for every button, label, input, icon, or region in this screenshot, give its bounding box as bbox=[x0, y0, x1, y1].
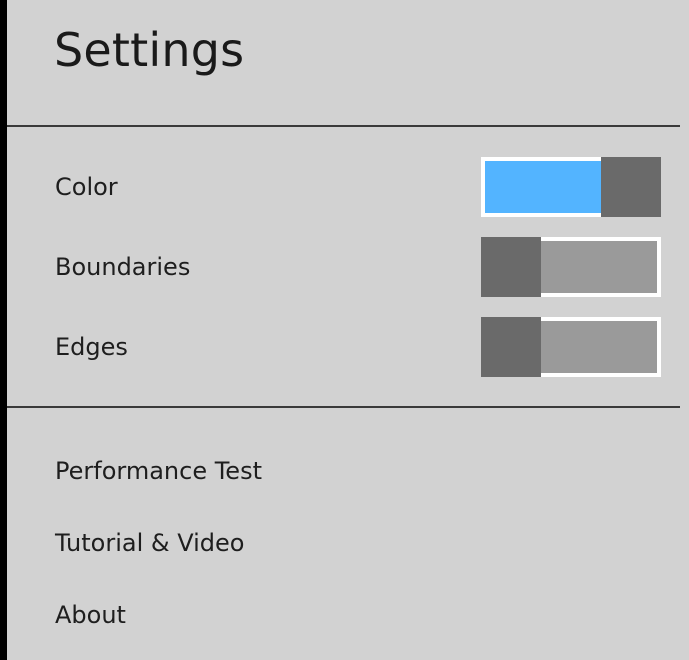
settings-panel: Settings Color Boundaries Edges Performa… bbox=[7, 0, 689, 660]
boundaries-toggle[interactable] bbox=[481, 237, 661, 297]
tutorial-video-link[interactable]: Tutorial & Video bbox=[55, 526, 244, 560]
edges-toggle-thumb[interactable] bbox=[481, 317, 541, 377]
setting-label-edges: Edges bbox=[55, 333, 128, 361]
performance-test-link[interactable]: Performance Test bbox=[55, 454, 262, 488]
section-divider bbox=[7, 406, 680, 408]
color-toggle[interactable] bbox=[481, 157, 661, 217]
setting-row-boundaries: Boundaries bbox=[7, 237, 689, 297]
setting-row-edges: Edges bbox=[7, 317, 689, 377]
setting-label-boundaries: Boundaries bbox=[55, 253, 191, 281]
about-link[interactable]: About bbox=[55, 598, 126, 632]
color-toggle-thumb[interactable] bbox=[601, 157, 661, 217]
setting-row-color: Color bbox=[7, 157, 689, 217]
header-divider bbox=[7, 125, 680, 127]
edges-toggle[interactable] bbox=[481, 317, 661, 377]
page-title: Settings bbox=[54, 23, 245, 77]
boundaries-toggle-thumb[interactable] bbox=[481, 237, 541, 297]
setting-label-color: Color bbox=[55, 173, 118, 201]
